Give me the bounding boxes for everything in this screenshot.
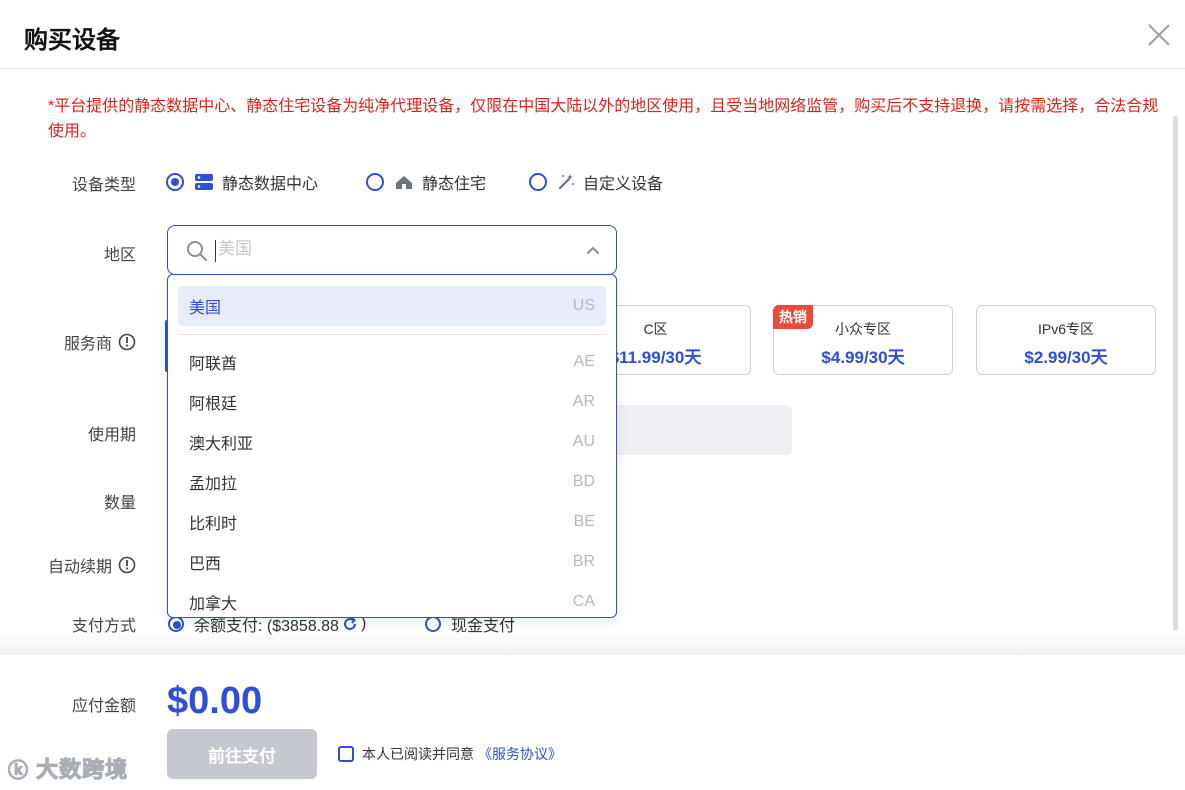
watermark-text: 大数跨境 [36,757,129,783]
total-amount: $0.00 [167,680,263,722]
region-code: AR [572,393,595,410]
info-icon[interactable] [118,333,136,351]
watermark-mark: ⓚ [8,760,29,783]
region-name: 孟加拉 [189,476,238,493]
radio-checked-icon [166,173,184,191]
region-code: US [572,297,595,314]
plan-name: IPv6专区 [1037,321,1094,337]
provider-label: 服务商 [0,330,136,354]
device-type-residential-label: 静态住宅 [422,176,487,193]
region-code: CA [572,593,595,610]
device-type-datacenter[interactable]: 静态数据中心 [166,170,318,194]
home-icon [396,176,412,189]
radio-unchecked-icon [366,173,384,191]
service-agreement-link[interactable]: 《服务协议》 [478,744,562,764]
device-type-custom[interactable]: 自定义设备 [529,170,663,194]
agreement-text: 本人已阅读并同意 [362,746,474,762]
info-icon[interactable] [118,556,136,574]
magic-wand-icon [558,174,574,190]
amount-due-label: 应付金额 [71,698,136,715]
agreement-checkbox[interactable] [338,746,354,762]
region-name: 阿根廷 [189,396,238,413]
region-option-au[interactable]: 澳大利亚 AU [178,422,606,462]
chevron-up-icon[interactable] [586,244,600,258]
region-name: 美国 [189,300,222,317]
dialog-title: 购买设备 [24,27,120,54]
dialog-header: 购买设备 [0,0,1185,69]
region-name: 加拿大 [189,596,238,613]
region-option-br[interactable]: 巴西 BR [178,542,606,582]
region-option-ar[interactable]: 阿根廷 AR [178,382,606,422]
auto-renew-label-text: 自动续期 [47,559,112,576]
quantity-label: 数量 [103,495,136,512]
region-select[interactable] [167,225,617,275]
divider [178,334,606,335]
region-code: BE [573,513,595,530]
region-code: BD [572,473,595,490]
region-name: 比利时 [189,516,238,533]
region-option-bd[interactable]: 孟加拉 BD [178,462,606,502]
auto-renew-label: 自动续期 [0,553,136,577]
region-code: AE [573,353,595,370]
region-label: 地区 [103,247,136,264]
provider-label-text: 服务商 [63,336,112,353]
device-type-residential[interactable]: 静态住宅 [366,170,486,194]
hot-badge: 热销 [773,305,813,329]
region-option-ae[interactable]: 阿联酋 AE [178,342,606,382]
agreement: 本人已阅读并同意 《服务协议》 [338,744,562,764]
device-type-label: 设备类型 [71,177,136,194]
server-icon [195,174,213,190]
region-name: 阿联酋 [189,356,238,373]
go-to-pay-button[interactable]: 前往支付 [167,729,317,779]
region-name: 巴西 [189,556,222,573]
plan-card-ipv6[interactable]: IPv6专区 $2.99/30天 [976,305,1156,375]
plan-price: $4.99/30天 [821,348,905,367]
footer-shadow [0,630,1185,656]
region-search-input[interactable] [218,239,558,259]
purchase-device-dialog: 购买设备 *平台提供的静态数据中心、静态住宅设备为纯净代理设备，仅限在中国大陆以… [0,0,1185,790]
region-option-us[interactable]: 美国 US [178,286,606,326]
scrollbar[interactable] [1173,116,1178,631]
region-code: BR [572,553,595,570]
radio-unchecked-icon [529,173,547,191]
region-name: 澳大利亚 [189,436,254,453]
device-type-datacenter-label: 静态数据中心 [222,176,319,193]
region-option-be[interactable]: 比利时 BE [178,502,606,542]
notice-text: *平台提供的静态数据中心、静态住宅设备为纯净代理设备，仅限在中国大陆以外的地区使… [48,98,1159,140]
device-type-custom-label: 自定义设备 [583,176,664,193]
region-option-ca[interactable]: 加拿大 CA [178,582,606,617]
period-label: 使用期 [87,427,136,444]
region-code: AU [572,433,595,450]
plan-card-niche[interactable]: 热销 小众专区 $4.99/30天 [773,305,953,375]
text-cursor [215,240,216,262]
watermark-logo: ⓚ 大数跨境 [8,752,128,784]
close-icon[interactable] [1144,20,1174,50]
search-icon [187,241,207,261]
region-dropdown: 美国 US 阿联酋 AE 阿根廷 AR 澳大利亚 AU 孟加拉 BD 比利时 B… [167,274,617,618]
plan-price: $2.99/30天 [1024,348,1108,367]
period-selector[interactable] [600,405,792,455]
